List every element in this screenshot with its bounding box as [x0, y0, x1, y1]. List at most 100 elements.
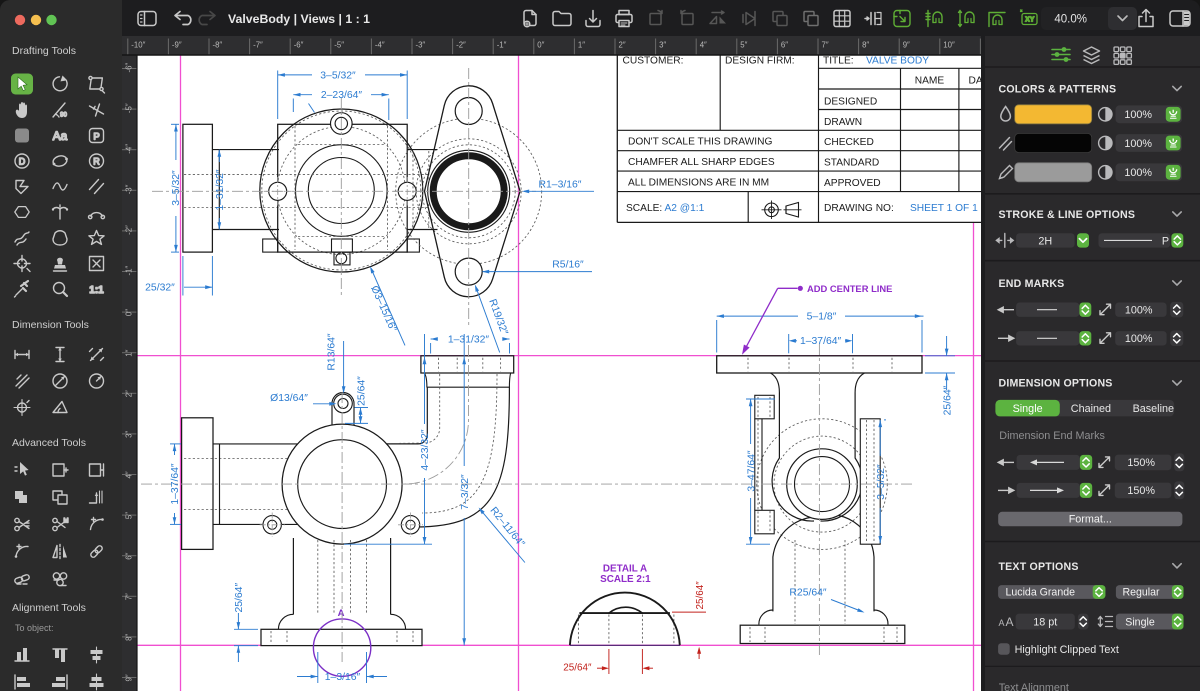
svg-text:Text Alignment: Text Alignment: [999, 682, 1069, 691]
svg-text:ALL DIMENSIONS ARE IN MM: ALL DIMENSIONS ARE IN MM: [628, 177, 769, 188]
svg-text:Baseline: Baseline: [1133, 403, 1174, 415]
svg-text:2H: 2H: [1038, 235, 1052, 247]
svg-text:6″: 6″: [125, 552, 134, 559]
svg-text:0″: 0″: [125, 309, 134, 316]
svg-text:DON'T SCALE THIS DRAWING: DON'T SCALE THIS DRAWING: [628, 137, 772, 148]
svg-text:18 pt: 18 pt: [1033, 617, 1057, 629]
svg-text:9″: 9″: [903, 41, 910, 50]
svg-text:-4″: -4″: [125, 144, 134, 154]
svg-text:COLORS & PATTERNS: COLORS & PATTERNS: [999, 83, 1117, 95]
svg-text:To object:: To object:: [15, 623, 54, 633]
svg-text:7″: 7″: [125, 593, 134, 600]
svg-text:100%: 100%: [1124, 109, 1152, 121]
svg-text:8″: 8″: [125, 634, 134, 641]
svg-text:150%: 150%: [1127, 485, 1155, 497]
svg-text:-10″: -10″: [131, 41, 145, 50]
svg-text:2″: 2″: [125, 390, 134, 397]
svg-text:P: P: [1162, 235, 1169, 247]
svg-text:SCALE 2:1: SCALE 2:1: [600, 574, 651, 585]
svg-text:SHEET 1 OF 1: SHEET 1 OF 1: [910, 203, 978, 214]
svg-text:90: 90: [60, 113, 67, 119]
svg-text:0″: 0″: [537, 41, 544, 50]
svg-text:Chained: Chained: [1071, 403, 1111, 415]
svg-text:100%: 100%: [1125, 333, 1153, 345]
svg-text:4–23/32″: 4–23/32″: [420, 429, 431, 471]
svg-text:1″: 1″: [578, 41, 585, 50]
svg-text:4″: 4″: [125, 471, 134, 478]
svg-text:3–5/32″: 3–5/32″: [171, 170, 182, 206]
svg-text:-8″: -8″: [213, 41, 223, 50]
svg-text:Regular: Regular: [1122, 586, 1160, 598]
svg-text:R: R: [93, 157, 100, 167]
svg-text:3–5/32″: 3–5/32″: [876, 464, 887, 500]
svg-text:A: A: [998, 618, 1004, 628]
svg-text:4″: 4″: [700, 41, 707, 50]
svg-text:-6″: -6″: [294, 41, 304, 50]
svg-text:TITLE:: TITLE:: [823, 56, 854, 67]
svg-text:-6″: -6″: [125, 63, 134, 73]
svg-text:25/64″: 25/64″: [563, 662, 592, 673]
svg-text:-4″: -4″: [375, 41, 385, 50]
svg-text:1″: 1″: [125, 349, 134, 356]
svg-text:-1″: -1″: [125, 266, 134, 276]
svg-text:XY: XY: [1025, 16, 1035, 23]
svg-text:3″: 3″: [125, 431, 134, 438]
svg-text:DESIGNED: DESIGNED: [824, 96, 877, 107]
svg-text:Highlight Clipped Text: Highlight Clipped Text: [1015, 644, 1119, 656]
svg-text:P: P: [93, 131, 99, 142]
svg-text:A: A: [338, 608, 345, 619]
svg-text:ValveBody | Views | 1 : 1: ValveBody | Views | 1 : 1: [228, 12, 370, 26]
svg-text:2″: 2″: [619, 41, 626, 50]
svg-text:Alignment Tools: Alignment Tools: [12, 602, 86, 614]
svg-text:3–5/32″: 3–5/32″: [320, 70, 356, 81]
svg-text:STANDARD: STANDARD: [824, 158, 879, 169]
svg-text:-2″: -2″: [125, 225, 134, 235]
svg-text:1–37/64″: 1–37/64″: [800, 336, 842, 347]
svg-text:TEXT OPTIONS: TEXT OPTIONS: [999, 561, 1079, 573]
svg-text:A: A: [1005, 615, 1013, 629]
svg-text:R1–3/16″: R1–3/16″: [539, 179, 582, 190]
svg-text:Ø13/64″: Ø13/64″: [270, 393, 308, 404]
svg-text:APPROVED: APPROVED: [824, 178, 881, 189]
svg-text:DRAWN: DRAWN: [824, 117, 862, 128]
svg-text:1–31/32″: 1–31/32″: [448, 334, 490, 345]
svg-text:D: D: [19, 157, 26, 167]
svg-text:NAME: NAME: [915, 76, 945, 87]
svg-text:1:1: 1:1: [89, 285, 104, 296]
svg-text:25/64″: 25/64″: [695, 581, 706, 610]
svg-text:-2″: -2″: [456, 41, 466, 50]
svg-text:R25/64″: R25/64″: [789, 588, 827, 599]
svg-text:1–31/32″: 1–31/32″: [215, 169, 226, 211]
svg-text:-5″: -5″: [125, 103, 134, 113]
svg-text:2–23/64″: 2–23/64″: [321, 90, 363, 101]
svg-text:25/64″: 25/64″: [942, 385, 953, 415]
svg-text:DRAWING NO:: DRAWING NO:: [824, 203, 894, 214]
svg-text:Lucida Grande: Lucida Grande: [1006, 586, 1076, 598]
svg-text:VALVE BODY: VALVE BODY: [866, 56, 929, 67]
svg-text:5″: 5″: [125, 512, 134, 519]
svg-text:Aa: Aa: [53, 129, 68, 143]
svg-text:25/64″: 25/64″: [356, 376, 367, 406]
svg-text:DETAIL A: DETAIL A: [603, 563, 647, 574]
svg-text:25/32″: 25/32″: [145, 283, 175, 294]
svg-text:-1″: -1″: [497, 41, 507, 50]
svg-text:1–3/16″: 1–3/16″: [325, 672, 361, 683]
svg-text:5–1/8″: 5–1/8″: [807, 312, 837, 323]
svg-text:8″: 8″: [862, 41, 869, 50]
svg-text:CHAMFER ALL SHARP EDGES: CHAMFER ALL SHARP EDGES: [628, 157, 775, 168]
svg-text:DIMENSION OPTIONS: DIMENSION OPTIONS: [999, 378, 1113, 390]
svg-text:40.0%: 40.0%: [1054, 14, 1087, 26]
svg-text:Advanced Tools: Advanced Tools: [12, 437, 86, 449]
svg-text:A2 @1:1: A2 @1:1: [665, 203, 705, 214]
svg-text:7″: 7″: [822, 41, 829, 50]
svg-text:Drafting Tools: Drafting Tools: [12, 45, 76, 57]
svg-text:R5/16″: R5/16″: [552, 260, 584, 271]
svg-text:ADD CENTER LINE: ADD CENTER LINE: [807, 283, 892, 294]
svg-text:10″: 10″: [943, 41, 955, 50]
svg-text:5″: 5″: [740, 41, 747, 50]
svg-text:9″: 9″: [125, 674, 134, 681]
svg-text:CUSTOMER:: CUSTOMER:: [623, 56, 684, 67]
svg-text:Single: Single: [1125, 617, 1155, 629]
svg-text:DATE: DATE: [969, 76, 982, 87]
svg-text:150%: 150%: [1127, 457, 1155, 469]
